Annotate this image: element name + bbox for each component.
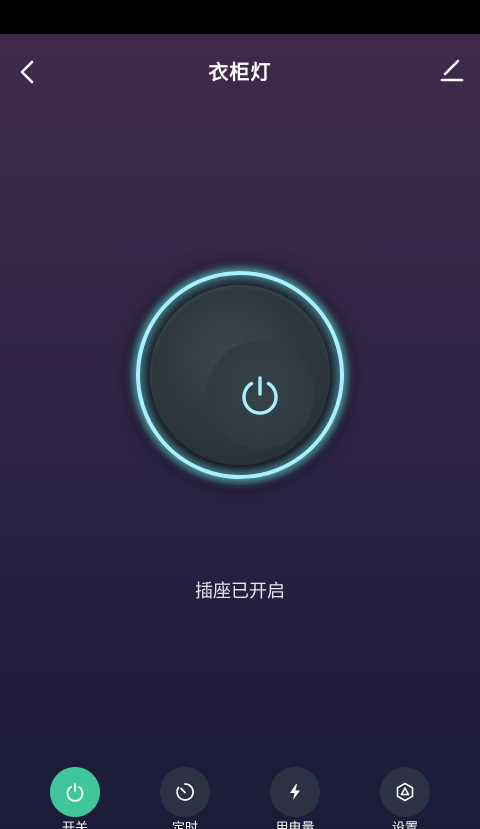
tab-power-label: 开关 [61,821,88,829]
power-switch [130,265,350,485]
tab-timer-circle [160,767,210,817]
page-title: 衣柜灯 [208,60,272,84]
power-switch-face [150,285,330,465]
socket-status-text: 插座已开启 [195,581,285,602]
tab-settings[interactable]: 设置 [350,753,460,829]
power-icon [66,783,84,802]
bottom-tab-bar: 开关 定时 用电量 设置 [0,753,480,829]
tab-settings-label: 设置 [391,821,418,829]
tab-settings-circle [380,767,430,817]
pencil-icon [440,59,464,82]
status-bar [0,0,480,34]
tab-power-usage[interactable]: 用电量 [240,753,350,829]
tab-timer[interactable]: 定时 [130,753,240,829]
power-icon [242,376,278,415]
lightning-icon [290,784,300,800]
edit-button[interactable] [432,50,472,90]
tab-power[interactable]: 开关 [20,753,130,829]
nav-bar: 衣柜灯 [0,34,480,108]
tab-power-usage-circle [270,767,320,817]
device-screen: 衣柜灯 插座已开启 开关 定时 用电量 设置 [0,34,480,829]
settings-hexagon-icon [396,782,414,802]
timer-icon [176,783,194,801]
tab-power-circle [50,767,100,817]
tab-power-usage-label: 用电量 [275,821,315,829]
tab-timer-label: 定时 [171,821,198,829]
power-toggle-button[interactable] [206,341,314,449]
